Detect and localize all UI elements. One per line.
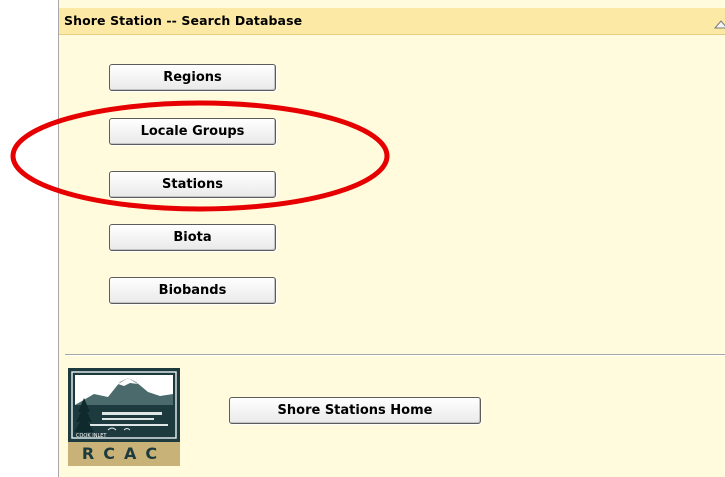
biobands-button[interactable]: Biobands	[109, 277, 276, 304]
shore-stations-home-button[interactable]: Shore Stations Home	[229, 397, 481, 424]
regions-button[interactable]: Regions	[109, 64, 276, 91]
logo-main-text: RCAC	[82, 444, 166, 463]
rcac-logo: COOK INLET RCAC	[68, 368, 180, 466]
panel-title: Shore Station -- Search Database	[64, 13, 303, 28]
collapse-up-arrow-icon[interactable]	[713, 15, 725, 29]
logo-top-text: COOK INLET	[76, 433, 107, 439]
search-database-panel: Shore Station -- Search Database Regions…	[58, 0, 725, 477]
section-divider	[65, 354, 725, 356]
stations-button[interactable]: Stations	[109, 171, 276, 198]
panel-title-bar: Shore Station -- Search Database	[59, 8, 725, 35]
locale-groups-button[interactable]: Locale Groups	[109, 118, 276, 145]
biota-button[interactable]: Biota	[109, 224, 276, 251]
